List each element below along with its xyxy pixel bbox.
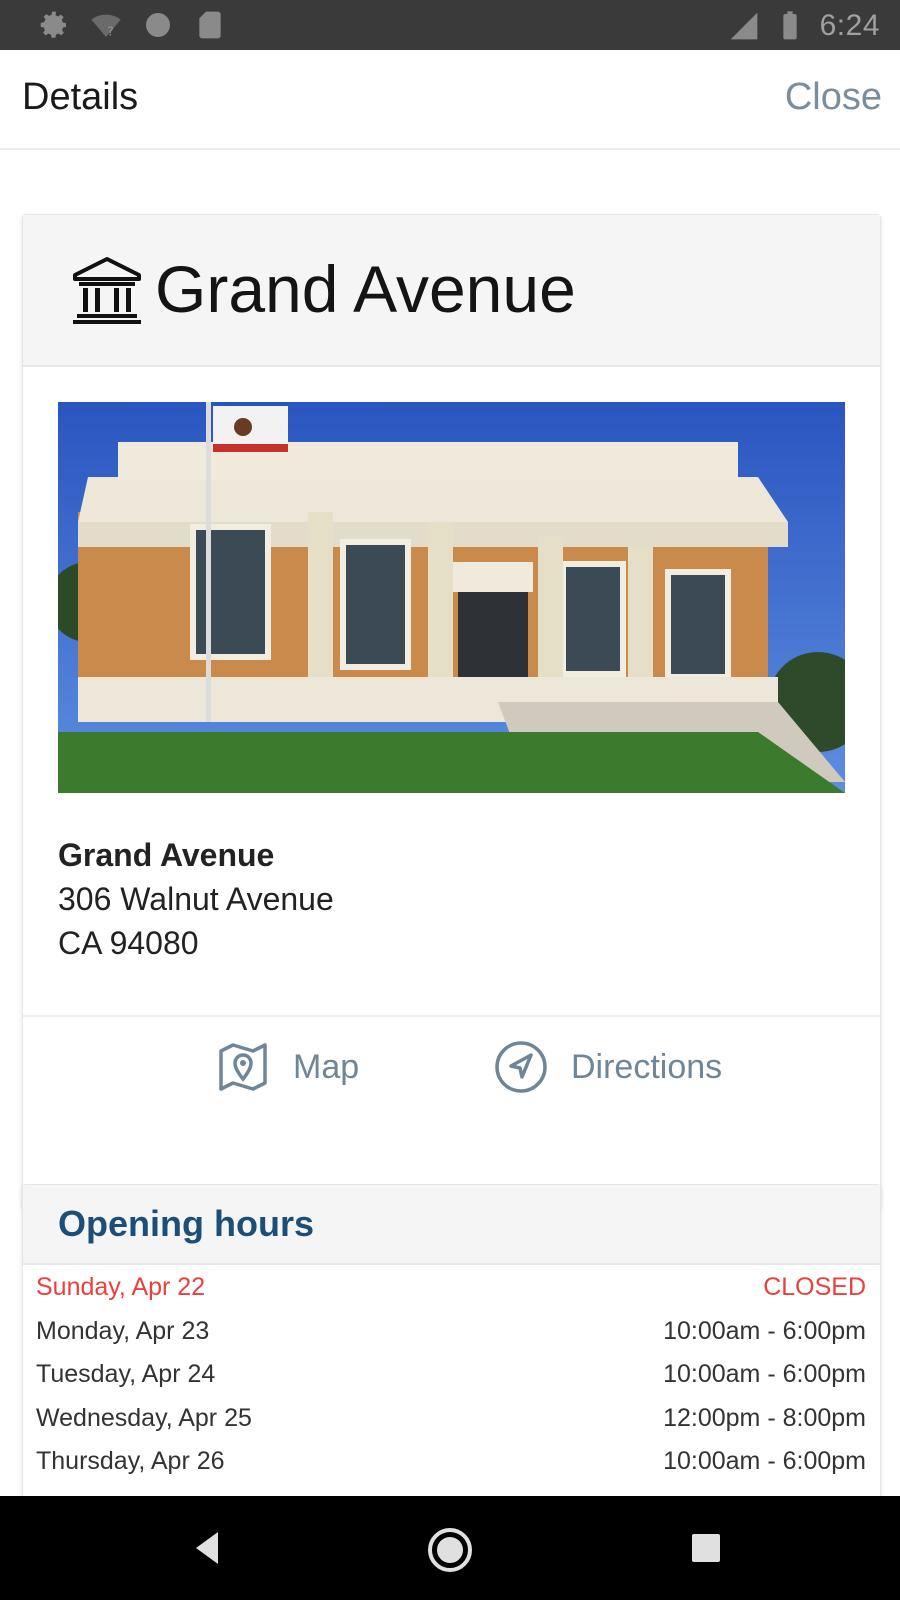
signal-icon [730,12,757,40]
branch-card: Grand Avenue Grand Avenue 306 Walnut Ave… [22,214,881,1208]
svg-text:?: ? [107,25,113,39]
battery-icon [782,11,797,40]
opening-hours-header: Opening hours [23,1185,880,1265]
hours-day: Thursday, Apr 26 [36,1447,225,1475]
map-label: Map [293,1047,360,1086]
branch-actions: Map Directions [23,1015,880,1121]
status-bar: ? 6:24 [0,0,900,50]
hours-row: Wednesday, Apr 25 12:00pm - 8:00pm [36,1404,866,1448]
address-line1: 306 Walnut Avenue [58,881,334,917]
hours-row: Sunday, Apr 22 CLOSED [36,1273,866,1317]
circle-icon [146,13,170,37]
branch-header: Grand Avenue [23,215,880,367]
hours-time: 10:00am - 6:00pm [663,1316,866,1345]
branch-address: Grand Avenue 306 Walnut Avenue CA 94080 [58,833,334,965]
app-bar: Details Close [0,50,900,150]
directions-label: Directions [571,1047,723,1086]
close-button[interactable]: Close [785,76,882,119]
wifi-unknown-icon: ? [91,14,121,39]
address-line2: CA 94080 [58,925,199,961]
opening-hours-title: Opening hours [58,1203,314,1244]
sd-card-icon [199,11,221,39]
hours-row: Monday, Apr 23 10:00am - 6:00pm [36,1317,866,1361]
hours-day: Tuesday, Apr 24 [36,1360,216,1388]
directions-button[interactable]: Directions [493,1039,722,1095]
navigation-bar [0,1496,900,1600]
branch-name: Grand Avenue [155,252,576,326]
address-name: Grand Avenue [58,837,275,873]
bank-building-icon [73,257,141,324]
hours-day: Monday, Apr 23 [36,1316,210,1345]
hours-time: CLOSED [763,1273,866,1301]
navigation-arrow-icon [495,1041,547,1093]
map-button[interactable]: Map [215,1039,359,1095]
hours-row: Tuesday, Apr 24 10:00am - 6:00pm [36,1360,866,1404]
map-icon [219,1043,267,1091]
status-time: 6:24 [819,9,880,42]
recents-icon[interactable] [684,1526,728,1570]
branch-photo [58,402,845,793]
hours-time: 10:00am - 6:00pm [663,1360,866,1388]
hours-day: Wednesday, Apr 25 [36,1403,252,1432]
hours-list: Sunday, Apr 22 CLOSED Monday, Apr 23 10:… [36,1273,866,1491]
hours-day: Sunday, Apr 22 [36,1273,206,1301]
page-title: Details [22,76,139,118]
opening-hours-card: Opening hours Sunday, Apr 22 CLOSED Mond… [22,1184,881,1496]
hours-time: 12:00pm - 8:00pm [663,1403,866,1432]
hours-row: Thursday, Apr 26 10:00am - 6:00pm [36,1447,866,1491]
content-area[interactable]: Grand Avenue Grand Avenue 306 Walnut Ave… [0,150,900,1496]
home-icon[interactable] [426,1526,474,1574]
back-icon[interactable] [186,1526,230,1570]
settings-icon [40,11,66,38]
hours-time: 10:00am - 6:00pm [663,1447,866,1475]
